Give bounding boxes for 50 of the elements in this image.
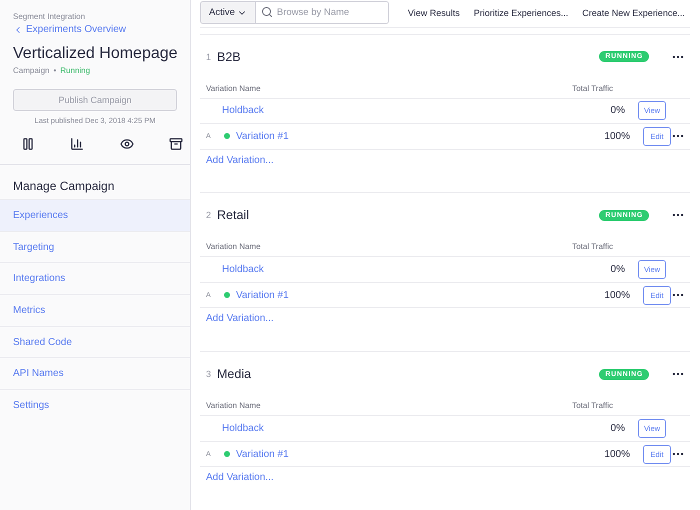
campaign-status: Running <box>60 66 90 75</box>
traffic-value: 0% <box>610 264 625 276</box>
bar-chart-icon[interactable] <box>70 137 84 151</box>
add-variation-link[interactable]: Add Variation... <box>206 154 274 166</box>
column-header: Total Traffic <box>571 401 613 412</box>
column-header: Variation Name <box>205 401 262 412</box>
variation-link[interactable]: Holdback <box>200 423 550 434</box>
experience-index: 2 <box>206 210 212 220</box>
column-header: Variation Name <box>205 84 262 95</box>
experience-name: B2B <box>217 50 242 64</box>
search-icon <box>260 6 273 18</box>
nav-item[interactable]: Experiences <box>0 199 190 231</box>
experience-name: Media <box>217 367 252 382</box>
variation-link[interactable]: Variation #1 <box>236 130 555 142</box>
breadcrumb: Segment Integration <box>13 12 86 21</box>
traffic-value: 100% <box>603 290 630 301</box>
traffic-value: 0% <box>610 105 625 116</box>
traffic-value: 100% <box>603 130 630 142</box>
separator-dot: • <box>53 66 56 75</box>
variation-link[interactable]: Variation #1 <box>236 448 555 460</box>
nav-item[interactable]: Integrations <box>0 262 190 294</box>
toolbar-link[interactable]: Create New Experience... <box>582 8 685 18</box>
search-field[interactable]: Browse by Name <box>256 1 389 24</box>
eye-icon[interactable] <box>120 137 134 151</box>
nav-item[interactable]: Settings <box>0 389 190 421</box>
column-header: Total Traffic <box>571 242 613 254</box>
toolbar-link[interactable]: Prioritize Experiences... <box>474 8 568 18</box>
nav-item[interactable]: API Names <box>0 357 190 390</box>
experience-index: 3 <box>206 369 212 380</box>
variation-link[interactable]: Holdback <box>200 105 550 116</box>
archive-icon[interactable] <box>168 137 183 151</box>
experience-index: 1 <box>206 52 212 62</box>
nav-item[interactable]: Targeting <box>0 230 190 262</box>
toolbar-link[interactable]: View Results <box>408 8 460 18</box>
campaign-title: Verticalized Homepage <box>13 45 178 63</box>
variation-link[interactable]: Holdback <box>200 264 550 276</box>
traffic-value: 0% <box>610 423 625 434</box>
column-header: Variation Name <box>205 242 262 254</box>
back-link[interactable]: Experiments Overview <box>13 24 126 35</box>
nav-item[interactable]: Metrics <box>0 294 190 326</box>
pause-icon[interactable] <box>21 137 35 151</box>
variation-link[interactable]: Variation #1 <box>236 290 555 301</box>
add-variation-link[interactable]: Add Variation... <box>206 313 274 324</box>
column-header: Total Traffic <box>571 84 613 95</box>
nav-item[interactable]: Shared Code <box>0 326 190 358</box>
add-variation-link[interactable]: Add Variation... <box>206 472 274 484</box>
campaign-type: Campaign <box>13 66 50 75</box>
filter-dropdown[interactable]: Active <box>200 1 256 24</box>
traffic-value: 100% <box>603 448 630 460</box>
experience-name: Retail <box>217 208 250 222</box>
